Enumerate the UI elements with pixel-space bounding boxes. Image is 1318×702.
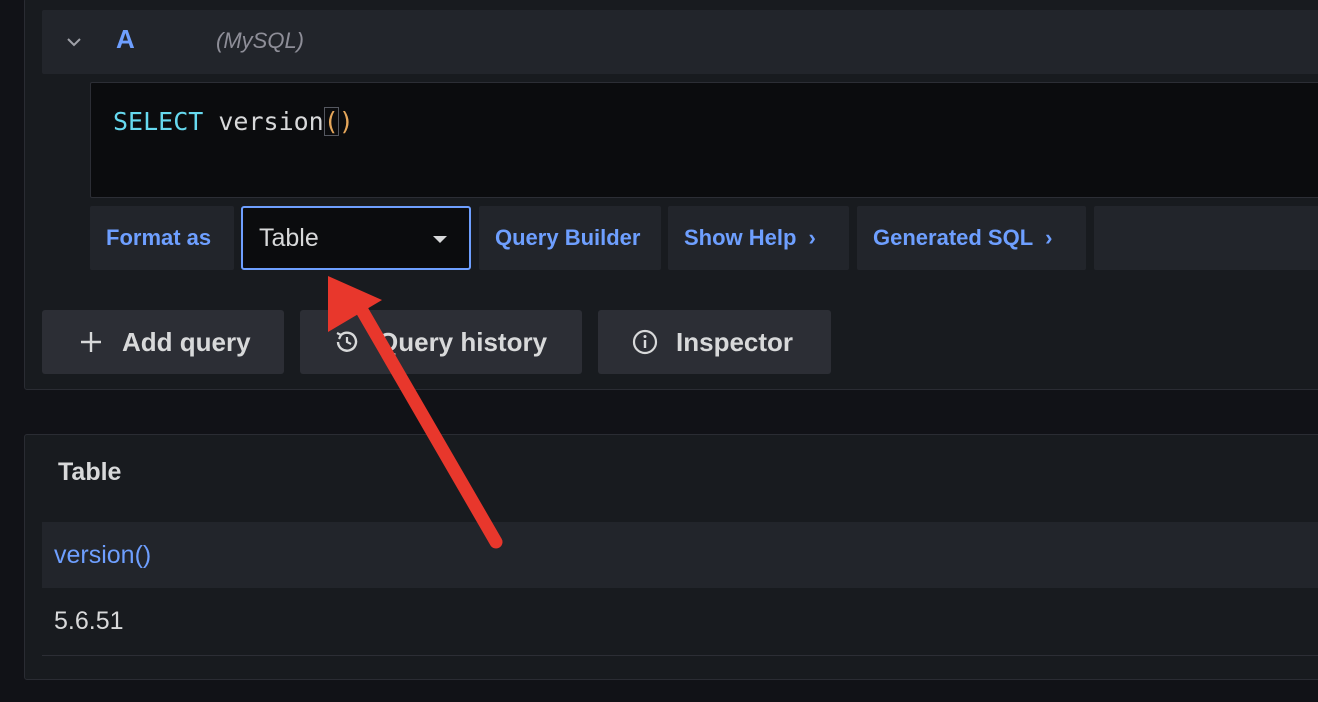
sql-code-editor[interactable]: SELECT version() — [90, 82, 1318, 198]
sql-line: SELECT version() — [113, 107, 354, 136]
caret-down-icon — [433, 236, 447, 243]
table-row: 5.6.51 — [42, 588, 1318, 656]
sql-function: version — [203, 107, 324, 136]
query-history-button[interactable]: Query history — [300, 310, 582, 374]
add-query-label: Add query — [122, 326, 251, 357]
sql-open-paren: ( — [323, 107, 339, 136]
show-help-label: Show Help — [684, 225, 797, 250]
results-title: Table — [58, 458, 122, 486]
format-as-select[interactable]: Table — [241, 206, 471, 270]
query-builder-button[interactable]: Query Builder — [479, 206, 661, 270]
chevron-right-icon: › — [1045, 225, 1053, 250]
column-header[interactable]: version() — [54, 541, 151, 570]
show-help-button[interactable]: Show Help › — [668, 206, 849, 270]
info-circle-icon — [632, 329, 658, 355]
add-query-button[interactable]: Add query — [42, 310, 284, 374]
format-as-selected-value: Table — [259, 223, 319, 252]
sql-keyword: SELECT — [113, 107, 204, 136]
sql-close-paren: ) — [338, 107, 354, 136]
history-icon — [336, 331, 358, 352]
query-ref-id[interactable]: A — [116, 24, 135, 55]
generated-sql-label: Generated SQL — [873, 225, 1034, 250]
inspector-label: Inspector — [676, 326, 794, 357]
chevron-down-icon[interactable] — [64, 32, 84, 52]
chevron-right-icon: › — [808, 225, 816, 250]
inspector-button[interactable]: Inspector — [598, 310, 831, 374]
format-as-label: Format as — [90, 206, 234, 270]
options-filler — [1094, 206, 1318, 270]
table-cell: 5.6.51 — [54, 607, 124, 635]
plus-icon — [81, 332, 101, 352]
table-header-row: version() — [42, 522, 1318, 588]
generated-sql-button[interactable]: Generated SQL › — [857, 206, 1086, 270]
query-history-label: Query history — [378, 326, 548, 357]
datasource-name: (MySQL) — [216, 28, 304, 53]
